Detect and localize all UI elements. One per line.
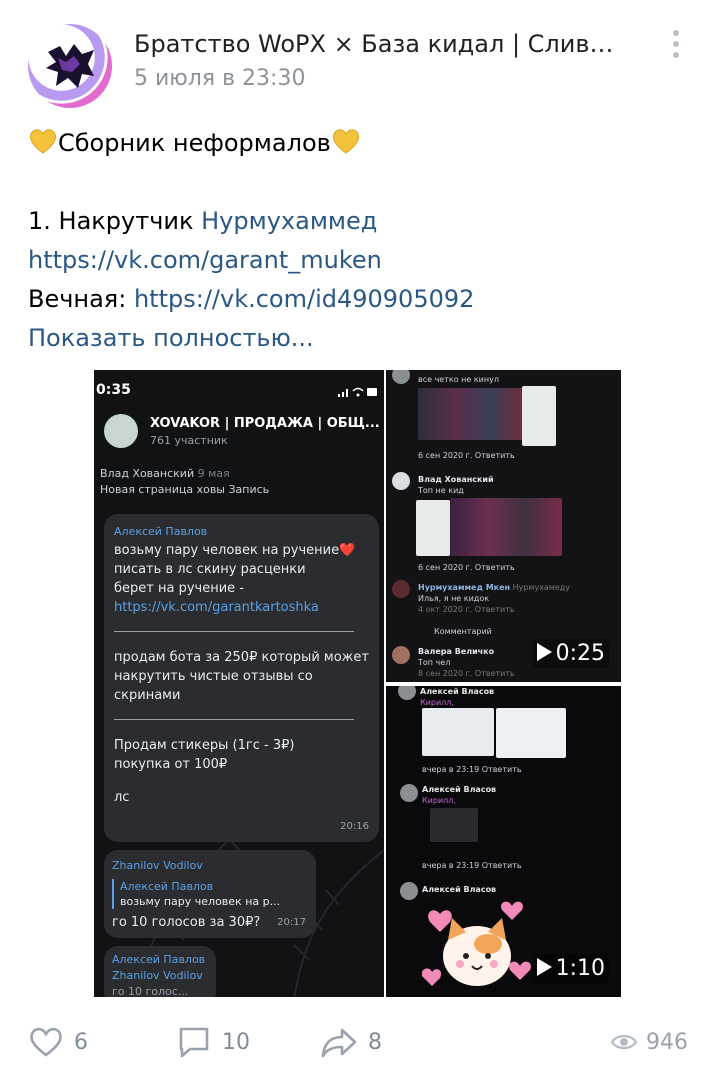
bubble1-time: 20:16	[340, 821, 369, 832]
v2-row2-meta: вчера в 23:19 Ответить	[422, 861, 522, 870]
bubble1-line3: берет на ручение -	[114, 581, 244, 596]
shares-count: 8	[368, 1029, 382, 1055]
mention-link[interactable]: Нурмухаммед	[201, 207, 377, 235]
community-logo-icon	[46, 44, 94, 88]
chat-bubble-2: Zhanilov Vodilov Алексей Павлов возьму п…	[104, 850, 316, 938]
chat-name: XOVAKOR | ПРОДАЖА | ОБЩ...	[150, 416, 380, 431]
post-author[interactable]: Братство WoPX × База кидал | Слив мо...	[134, 30, 614, 58]
v1-row3-name: Нурмухаммед Мкен	[418, 583, 511, 592]
empty-line	[28, 163, 698, 202]
v1-row2-text: Топ не кид	[418, 486, 464, 495]
post-line-4: Показать полностью...	[28, 319, 698, 358]
bubble1-line2: писать в лс скину расценки	[114, 562, 306, 577]
v1-row4-name: Валера Величко	[418, 647, 495, 656]
bubble1-sender: Алексей Павлов	[114, 525, 208, 538]
views-counter: 946	[610, 1020, 688, 1064]
heart-icon	[30, 1027, 62, 1057]
v2-row1-meta: вчера в 23:19 Ответить	[422, 765, 522, 774]
video-duration-1: 0:25	[532, 639, 609, 668]
bubble1-line4: продам бота за 250₽ который может накрут…	[114, 650, 369, 703]
video-duration-2: 1:10	[532, 954, 609, 983]
video-2[interactable]: Алексей Власов Кирилл, вчера в 23:19 Отве…	[386, 686, 621, 997]
bubble1-link: https://vk.com/garantkartoshka	[114, 600, 319, 615]
v1-row2-meta: 6 сен 2020 г. Ответить	[418, 563, 515, 572]
chat-header: XOVAKOR | ПРОДАЖА | ОБЩ... 761 участник	[102, 414, 382, 450]
eye-icon	[610, 1034, 638, 1050]
post-date[interactable]: 5 июля в 23:30	[134, 66, 305, 91]
v2-row2-text: Кирилл,	[422, 796, 456, 805]
post-line-2: https://vk.com/garant_muken	[28, 241, 698, 280]
line1-prefix: 1. Накрутчик	[28, 207, 202, 235]
v2-row2-name: Алексей Власов	[422, 785, 497, 794]
top-author: Влад Хованский	[100, 467, 195, 480]
like-button[interactable]: 6	[28, 1020, 88, 1064]
v1-row3-meta: 4 окт 2020 г. Ответить	[418, 605, 515, 614]
post-text: Сборник неформалов 1. Накрутчик Нурмухам…	[28, 124, 698, 358]
v1-row2-name: Влад Хованский	[418, 475, 494, 484]
chat-avatar	[104, 414, 138, 448]
bubble1-line7: лс	[114, 790, 130, 805]
bubble2-time: 20:17	[277, 917, 306, 928]
v1-row1-text: все четко не кинул	[418, 375, 499, 384]
bubble3-quote-name: Zhanilov Vodilov	[112, 969, 203, 982]
bubble1-line5: Продам стикеры (1гс - 3₽)	[114, 738, 295, 753]
play-icon	[536, 958, 552, 976]
comment-icon	[179, 1027, 209, 1058]
bubble2-quote-text: возьму пару человек на р...	[120, 895, 281, 908]
v1-row1-meta: 6 сен 2020 г. Ответить	[418, 451, 515, 460]
post-actions: 6 10 8 946	[0, 1020, 716, 1064]
comment-button[interactable]: 10	[176, 1020, 250, 1064]
bubble1-line6: покупка от 100₽	[114, 757, 228, 772]
status-time: 0:35	[96, 382, 131, 398]
v2-row1-name: Алексей Власов	[420, 687, 495, 696]
chat-bubble-3: Алексей Павлов Zhanilov Vodilov го 10 го…	[104, 946, 216, 997]
v1-row4-meta: 8 сен 2020 г. Ответить	[418, 669, 515, 678]
cat-sticker-icon	[422, 901, 531, 986]
pinned-message: Влад Хованский 9 мая Новая страница ховы…	[100, 466, 269, 498]
top-text: Новая страница ховы Запись	[100, 483, 270, 496]
likes-count: 6	[74, 1029, 88, 1055]
v1-row3-extra: Нурмухамеду	[512, 583, 571, 592]
video1-duration-text: 0:25	[555, 641, 605, 666]
share-button[interactable]: 8	[320, 1020, 382, 1064]
play-icon	[536, 643, 552, 661]
show-more-link[interactable]: Показать полностью...	[28, 324, 314, 352]
url-link-2[interactable]: https://vk.com/id490905092	[134, 285, 474, 313]
post-line-1: 1. Накрутчик Нурмухаммед	[28, 202, 698, 241]
chat-bubble-1: Алексей Павлов возьму пару человек на ру…	[104, 514, 379, 842]
v2-row3-name: Алексей Власов	[422, 885, 497, 894]
more-options-icon[interactable]	[666, 30, 686, 66]
share-icon	[321, 1028, 357, 1058]
bubble2-sender: Zhanilov Vodilov	[112, 859, 203, 872]
yellow-heart-icon	[332, 129, 359, 154]
bubble3-quote-text: го 10 голос...	[112, 985, 189, 997]
top-date: 9 мая	[197, 467, 230, 480]
video2-duration-text: 1:10	[555, 956, 605, 981]
video-1[interactable]: все четко не кинул 6 сен 2020 г. Ответит…	[386, 370, 621, 682]
status-icons	[338, 387, 377, 397]
views-count: 946	[646, 1029, 688, 1055]
community-avatar[interactable]	[28, 24, 112, 108]
bubble3-sender: Алексей Павлов	[112, 953, 206, 966]
bubble2-quote: Алексей Павлов возьму пару человек на р.…	[112, 879, 308, 909]
yellow-heart-icon	[29, 129, 57, 154]
post-title-line: Сборник неформалов	[28, 124, 698, 163]
photo-chat-screenshot[interactable]: 0:35 XOVAKOR | ПРОДАЖА | ОБЩ... 761 учас…	[94, 370, 384, 997]
bubble1-line1: возьму пару человек на ручение❤️	[114, 543, 356, 558]
post-line-3: Вечная: https://vk.com/id490905092	[28, 280, 698, 319]
v1-row3-text: Илья, я не кидок	[418, 594, 490, 603]
url-link-1[interactable]: https://vk.com/garant_muken	[28, 246, 382, 274]
bubble2-quote-name: Алексей Павлов	[120, 880, 214, 893]
v1-comment-placeholder: Комментарий	[434, 627, 492, 636]
v1-row4-text: Топ чел	[418, 658, 451, 667]
post-title: Сборник неформалов	[58, 129, 331, 157]
v2-row1-text: Кирилл,	[420, 698, 454, 707]
chat-members: 761 участник	[150, 434, 228, 447]
comments-count: 10	[222, 1029, 250, 1055]
line3-prefix: Вечная:	[28, 285, 134, 313]
